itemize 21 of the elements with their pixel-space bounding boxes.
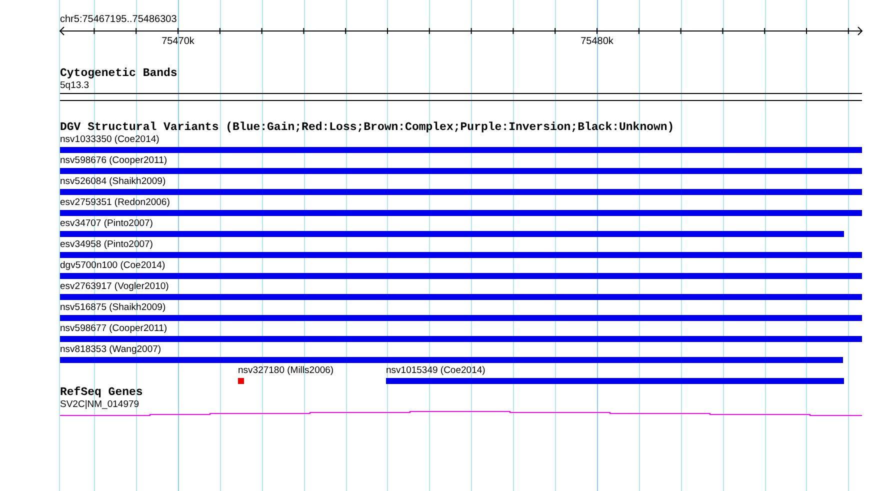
variant-label: esv2759351 (Redon2006): [60, 197, 171, 209]
variant-label: esv34958 (Pinto2007): [60, 239, 154, 251]
variant-label: nsv1015349 (Coe2014): [386, 365, 486, 377]
variant-label: dgv5700n100 (Coe2014): [60, 260, 166, 272]
variant-label: esv34707 (Pinto2007): [60, 218, 154, 230]
variant-label: nsv526084 (Shaikh2009): [60, 176, 167, 188]
track-title: DGV Structural Variants (Blue:Gain;Red:Loss;Brown:Complex;Purple:Inversion;Black:Unknown): [60, 122, 676, 134]
variant-label: nsv516875 (Shaikh2009): [60, 302, 167, 314]
band-label: 5q13.3: [60, 80, 90, 92]
tick-label: 75480k: [580, 36, 614, 48]
variant-label: nsv598677 (Cooper2011): [60, 323, 168, 335]
variant-label: nsv818353 (Wang2007): [60, 344, 162, 356]
variant-label: nsv598676 (Cooper2011): [60, 155, 168, 167]
variant-label: esv2763917 (Vogler2010): [60, 281, 170, 293]
track-title: RefSeq Genes: [60, 387, 144, 399]
gene-label: SV2C|NM_014979: [60, 399, 140, 411]
variant-label: nsv327180 (Mills2006): [238, 365, 334, 377]
chromosome-location: chr5:75467195..75486303: [60, 14, 177, 26]
tick-label: 75470k: [162, 36, 194, 48]
variant-label: nsv1033350 (Coe2014): [60, 134, 160, 146]
track-title: Cytogenetic Bands: [60, 68, 178, 80]
